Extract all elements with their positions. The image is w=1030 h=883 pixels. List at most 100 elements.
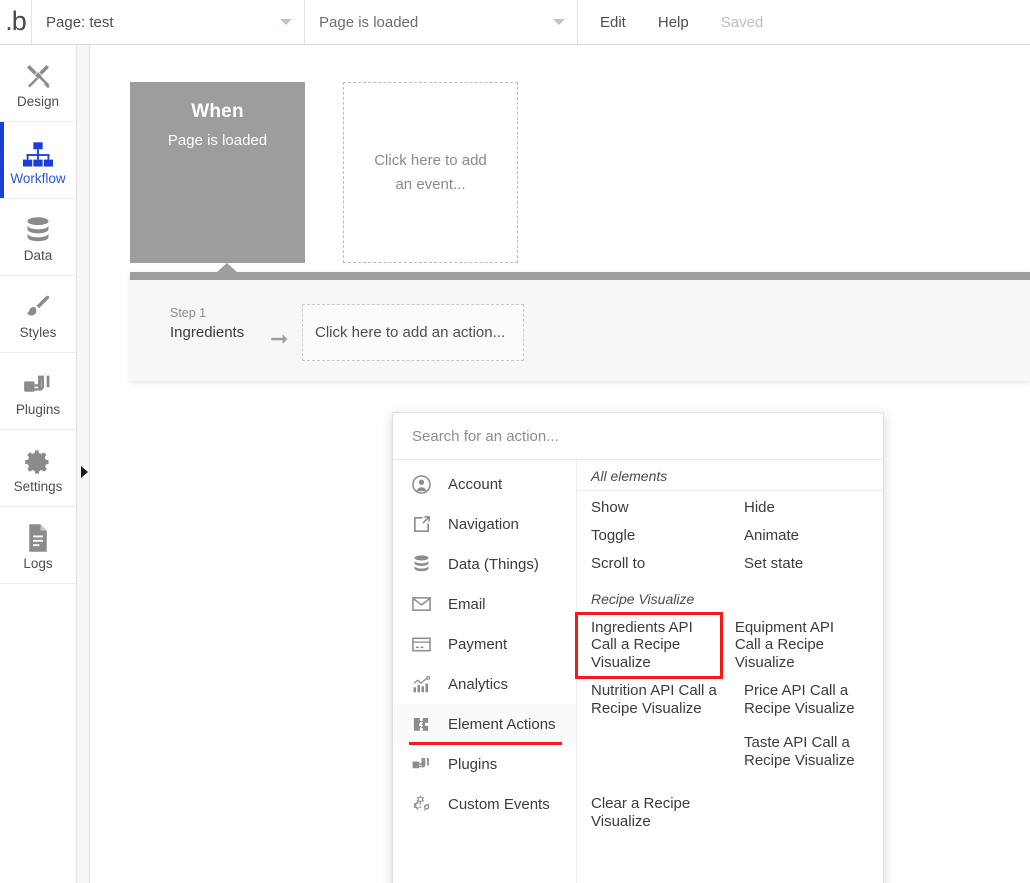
event-select[interactable]: Page is loaded (305, 0, 578, 44)
category-item-label: Email (448, 595, 486, 613)
event-select-value: Page is loaded (319, 13, 419, 31)
action-item-toggle[interactable]: Toggle (577, 522, 730, 550)
action-group-recipe-visualize: Ingredients API Call a Recipe Visualize … (575, 611, 883, 843)
chevron-down-icon (280, 19, 292, 25)
sidebar-item-label: Design (16, 94, 60, 110)
right-arrow-icon: ➞ (270, 326, 289, 351)
step-panel-header-bar (130, 263, 1030, 280)
category-item-label: Custom Events (448, 795, 550, 813)
chart-bars-icon (410, 673, 432, 695)
action-item-set-state[interactable]: Set state (730, 550, 883, 578)
action-group-all-elements: Show Hide Toggle Animate Scroll to Set s… (577, 494, 883, 578)
category-item-label: Payment (448, 635, 508, 653)
action-item-empty-slot (577, 729, 730, 781)
document-lines-icon (25, 519, 51, 553)
category-item-label: Element Actions (448, 715, 556, 733)
action-group-title: Recipe Visualize (591, 590, 695, 607)
sidebar-item-settings[interactable]: Settings (0, 430, 76, 507)
action-picker-body: Account Navigation Data (Things) Email P… (393, 460, 883, 883)
event-node-subtitle: Page is loaded (167, 132, 268, 149)
category-item-plugins[interactable]: Plugins (393, 744, 576, 784)
action-item-scroll-to[interactable]: Scroll to (577, 550, 730, 578)
database-icon (410, 553, 432, 575)
help-menu-link[interactable]: Help (658, 14, 689, 31)
sidebar-item-workflow[interactable]: Workflow (0, 122, 76, 199)
credit-card-icon (410, 633, 432, 655)
category-item-payment[interactable]: Payment (393, 624, 576, 664)
step-panel-notch-icon (216, 263, 238, 273)
sidebar-item-data[interactable]: Data (0, 199, 76, 276)
sidebar-item-label: Plugins (15, 402, 61, 418)
action-group-spacer (577, 781, 883, 790)
page-select[interactable]: Page: test (32, 0, 305, 44)
action-item-clear-recipe-visualize[interactable]: Clear a Recipe Visualize (577, 790, 730, 842)
add-action-placeholder[interactable]: Click here to add an action... (302, 304, 524, 361)
step-panel: Step 1 Ingredients ➞ Click here to add a… (130, 263, 1030, 381)
panel-gutter (77, 45, 90, 883)
top-bar: .b Page: test Page is loaded Edit Help S… (0, 0, 1030, 45)
action-item-ingredients-api-call[interactable]: Ingredients API Call a Recipe Visualize (575, 611, 723, 680)
sidebar-item-label: Settings (13, 479, 63, 495)
category-item-data-things[interactable]: Data (Things) (393, 544, 576, 584)
sidebar-item-logs[interactable]: Logs (0, 507, 76, 584)
edit-menu-link[interactable]: Edit (600, 14, 626, 31)
step-number-label: Step 1 (170, 306, 207, 320)
design-tools-icon (23, 57, 53, 91)
chevron-down-icon (553, 19, 565, 25)
action-item-nutrition-api-call[interactable]: Nutrition API Call a Recipe Visualize (577, 677, 730, 729)
page-select-value: Page: test (46, 13, 114, 31)
sidebar-item-label: Styles (19, 325, 57, 341)
top-menu: Edit Help Saved (578, 0, 763, 44)
action-picker-dropdown: Account Navigation (392, 412, 884, 883)
paintbrush-icon (23, 288, 53, 322)
event-node-title: When (191, 101, 244, 122)
left-nav-rail: Design Workflow Data Styles Plugins Sett… (0, 45, 77, 883)
sidebar-item-label: Data (23, 248, 53, 264)
saved-status-label: Saved (720, 13, 764, 31)
bubble-logo-glyph: .b (5, 5, 27, 36)
bubble-logo[interactable]: .b (0, 0, 32, 44)
category-item-email[interactable]: Email (393, 584, 576, 624)
action-search-row (393, 413, 883, 460)
plug-icon (410, 753, 432, 775)
action-list: All elements Show Hide Toggle Animate Sc… (575, 460, 883, 883)
category-item-element-actions[interactable]: Element Actions (393, 704, 576, 745)
category-item-custom-events[interactable]: Custom Events (393, 784, 576, 824)
category-item-account[interactable]: Account (393, 464, 576, 504)
account-person-icon (410, 473, 432, 495)
action-category-list: Account Navigation Data (Things) Email P… (393, 460, 577, 883)
sidebar-item-styles[interactable]: Styles (0, 276, 76, 353)
sidebar-item-plugins[interactable]: Plugins (0, 353, 76, 430)
action-item-hide[interactable]: Hide (730, 494, 883, 522)
step-info[interactable]: Step 1 Ingredients (170, 306, 244, 344)
category-item-label: Account (448, 475, 503, 493)
navigation-share-icon (410, 513, 432, 535)
action-item-equipment-api-call[interactable]: Equipment API Call a Recipe Visualize (721, 614, 874, 678)
action-item-taste-api-call[interactable]: Taste API Call a Recipe Visualize (730, 729, 883, 781)
action-item-animate[interactable]: Animate (730, 522, 883, 550)
sidebar-item-design[interactable]: Design (0, 45, 76, 122)
category-item-label: Data (Things) (448, 555, 539, 573)
sidebar-item-label: Workflow (10, 171, 66, 187)
action-item-price-api-call[interactable]: Price API Call a Recipe Visualize (730, 677, 883, 729)
event-node[interactable]: When Page is loaded (130, 82, 305, 263)
gear-icon (24, 442, 52, 476)
envelope-icon (410, 593, 432, 615)
app-root: .b Page: test Page is loaded Edit Help S… (0, 0, 1030, 883)
action-item-show[interactable]: Show (577, 494, 730, 522)
action-group-title: All elements (577, 464, 883, 491)
add-event-placeholder[interactable]: Click here to add an event... (343, 82, 518, 263)
search-input[interactable] (410, 426, 883, 446)
plug-icon (23, 365, 53, 399)
workflow-tree-icon (23, 134, 53, 168)
expand-right-arrow-icon[interactable] (81, 466, 88, 478)
category-item-navigation[interactable]: Navigation (393, 504, 576, 544)
category-item-label: Navigation (448, 515, 519, 533)
database-icon (25, 211, 51, 245)
sidebar-item-label: Logs (23, 556, 53, 572)
category-item-label: Analytics (448, 675, 509, 693)
gears-icon (410, 793, 432, 815)
workflow-canvas: When Page is loaded Click here to add an… (90, 45, 1030, 883)
category-item-analytics[interactable]: Analytics (393, 664, 576, 704)
puzzle-bolt-icon (410, 713, 432, 735)
